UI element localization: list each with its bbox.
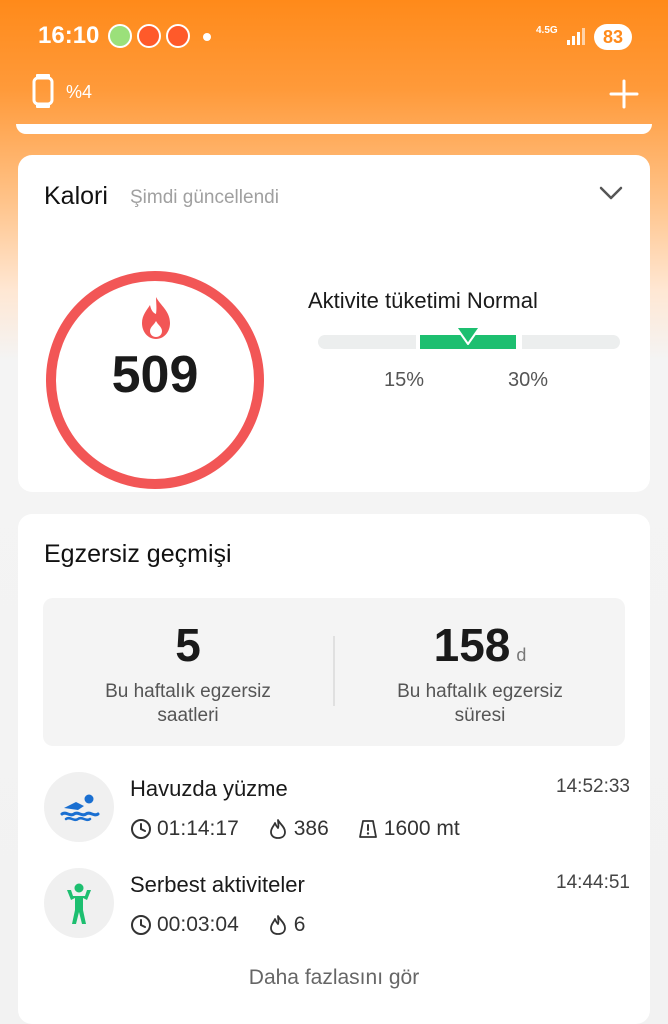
header-card-edge — [16, 124, 652, 134]
status-bar: 16:10 4.5G 83 — [0, 0, 668, 70]
notification-app-icon — [166, 24, 190, 48]
range-high-label: 30% — [508, 369, 549, 391]
activity-item[interactable]: Serbest aktiviteler 14:44:51 00:03:04 6 — [44, 866, 630, 946]
activity-duration: 01:14:17 — [157, 817, 239, 840]
calorie-value: 509 — [111, 346, 199, 404]
smart-band-icon[interactable] — [32, 74, 54, 108]
activity-consumption-label: Aktivite tüketimi Normal — [308, 288, 538, 313]
weekly-duration-label-2: süresi — [454, 705, 506, 726]
range-marker-icon — [455, 326, 481, 345]
clock-icon — [131, 915, 151, 935]
signal-icon — [567, 28, 585, 45]
calorie-card[interactable]: Kalori Şimdi güncellendi 509 Aktivite tü… — [18, 155, 650, 492]
activity-time: 14:44:51 — [556, 872, 630, 893]
weekly-hours: 5 Bu haftalık egzersiz saatleri — [43, 598, 333, 746]
activity-stats: 01:14:17 386 1600 mt — [130, 814, 488, 844]
swimming-icon — [60, 794, 100, 822]
device-row: %4 — [0, 70, 668, 120]
weekly-summary: 5 Bu haftalık egzersiz saatleri 158 d Bu … — [43, 598, 625, 746]
activity-duration: 00:03:04 — [157, 913, 239, 936]
weekly-hours-label-2: saatleri — [157, 705, 219, 726]
free-activity-icon — [67, 883, 91, 924]
activity-item[interactable]: Havuzda yüzme 14:52:33 01:14:17 386 1600… — [44, 770, 630, 850]
activity-time: 14:52:33 — [556, 776, 630, 797]
activity-name: Serbest aktiviteler — [130, 872, 305, 897]
network-type: 4.5G — [536, 25, 558, 36]
device-battery: %4 — [66, 82, 93, 102]
flame-icon — [142, 297, 170, 339]
activity-stats: 00:03:04 6 — [130, 910, 333, 940]
flame-outline-icon — [269, 819, 286, 839]
see-more-link[interactable]: Daha fazlasını gör — [18, 966, 650, 990]
activity-distance: 1600 mt — [383, 817, 460, 840]
exercise-history-card: Egzersiz geçmişi 5 Bu haftalık egzersiz … — [18, 514, 650, 1024]
weekly-duration-value: 158 — [433, 619, 511, 671]
weekly-duration: 158 d Bu haftalık egzersiz süresi — [335, 598, 625, 746]
weekly-hours-value: 5 — [175, 619, 201, 671]
notification-app-icon — [137, 24, 161, 48]
calorie-title: Kalori — [44, 182, 108, 210]
activity-calories: 386 — [293, 817, 329, 840]
distance-icon — [358, 820, 377, 838]
more-notifications-dot — [203, 33, 211, 41]
range-low-label: 15% — [384, 369, 425, 391]
activity-calories: 6 — [293, 913, 306, 936]
calorie-updated-text: Şimdi güncellendi — [130, 187, 279, 208]
add-button[interactable] — [604, 74, 644, 114]
battery-indicator: 83 — [594, 24, 632, 50]
range-high-segment — [522, 335, 620, 349]
weekly-duration-unit: d — [516, 645, 527, 665]
exercise-history-title: Egzersiz geçmişi — [44, 540, 232, 568]
activity-name: Havuzda yüzme — [130, 776, 288, 801]
weekly-hours-label: Bu haftalık egzersiz — [105, 681, 271, 702]
chevron-down-icon[interactable] — [596, 181, 626, 205]
weekly-duration-label: Bu haftalık egzersiz — [397, 681, 563, 702]
clock-icon — [131, 819, 151, 839]
flame-outline-icon — [269, 915, 286, 935]
status-time: 16:10 — [38, 22, 100, 49]
range-low-segment — [318, 335, 416, 349]
notification-app-icon — [108, 24, 132, 48]
